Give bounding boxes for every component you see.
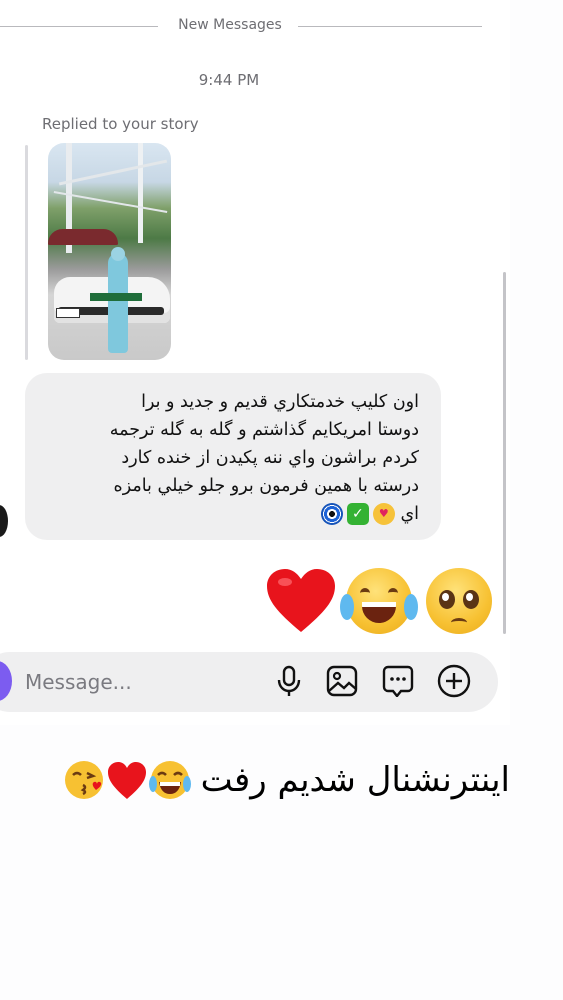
sender-avatar[interactable] bbox=[0, 505, 8, 537]
divider-line-left bbox=[0, 26, 158, 27]
tears-of-joy-icon bbox=[149, 761, 191, 799]
scrollbar[interactable] bbox=[503, 272, 506, 634]
plus-icon[interactable] bbox=[437, 663, 471, 699]
sticker-icon[interactable] bbox=[381, 663, 415, 699]
tears-of-joy-icon bbox=[340, 568, 418, 634]
replied-to-story-label: Replied to your story bbox=[42, 115, 199, 133]
divider-line-right bbox=[298, 26, 482, 27]
message-timestamp: 9:44 PM bbox=[198, 71, 260, 89]
message-line-text: اي bbox=[400, 504, 419, 524]
message-line-last: اي ♥✓ bbox=[41, 500, 419, 528]
kiss-heart-icon bbox=[65, 761, 103, 799]
story-photo-plate bbox=[56, 308, 80, 318]
microphone-icon[interactable] bbox=[272, 663, 306, 699]
message-line: دوستا امريکايم گذاشتم و گله به گله ترجمه bbox=[109, 420, 419, 440]
chat-thread: New Messages 9:44 PM Replied to your sto… bbox=[0, 0, 510, 725]
message-input[interactable] bbox=[25, 668, 255, 696]
story-photo-structure bbox=[138, 143, 143, 243]
story-photo-umbrella bbox=[48, 229, 118, 245]
message-line: اون کليپ خدمتکاري قديم و جديد و برا bbox=[141, 392, 419, 412]
story-photo-person bbox=[108, 253, 128, 353]
red-heart-icon bbox=[267, 569, 335, 632]
nazar-amulet-icon bbox=[320, 503, 343, 525]
reply-quote-bar bbox=[25, 145, 28, 360]
new-messages-divider: New Messages bbox=[178, 17, 282, 33]
emoji-reactions bbox=[265, 566, 495, 638]
story-photo-structure bbox=[58, 159, 168, 186]
story-photo-caption bbox=[90, 293, 142, 301]
heart-eyes-icon: ♥ bbox=[372, 503, 395, 525]
story-photo-person-head bbox=[111, 247, 125, 261]
check-mark-icon: ✓ bbox=[346, 503, 369, 525]
gallery-icon[interactable] bbox=[325, 663, 359, 699]
caption-emojis bbox=[63, 758, 193, 802]
story-thumbnail[interactable] bbox=[48, 143, 171, 360]
pleading-face-icon bbox=[426, 568, 492, 634]
red-heart-icon bbox=[108, 762, 146, 799]
message-bubble[interactable]: اون کليپ خدمتکاري قديم و جديد و برا دوست… bbox=[25, 373, 441, 540]
message-line: درسته با همين فرمون برو جلو خيلي بامزه bbox=[113, 476, 419, 496]
message-line: کردم براشون واي ننه پکيدن از خنده کارد bbox=[121, 448, 419, 468]
